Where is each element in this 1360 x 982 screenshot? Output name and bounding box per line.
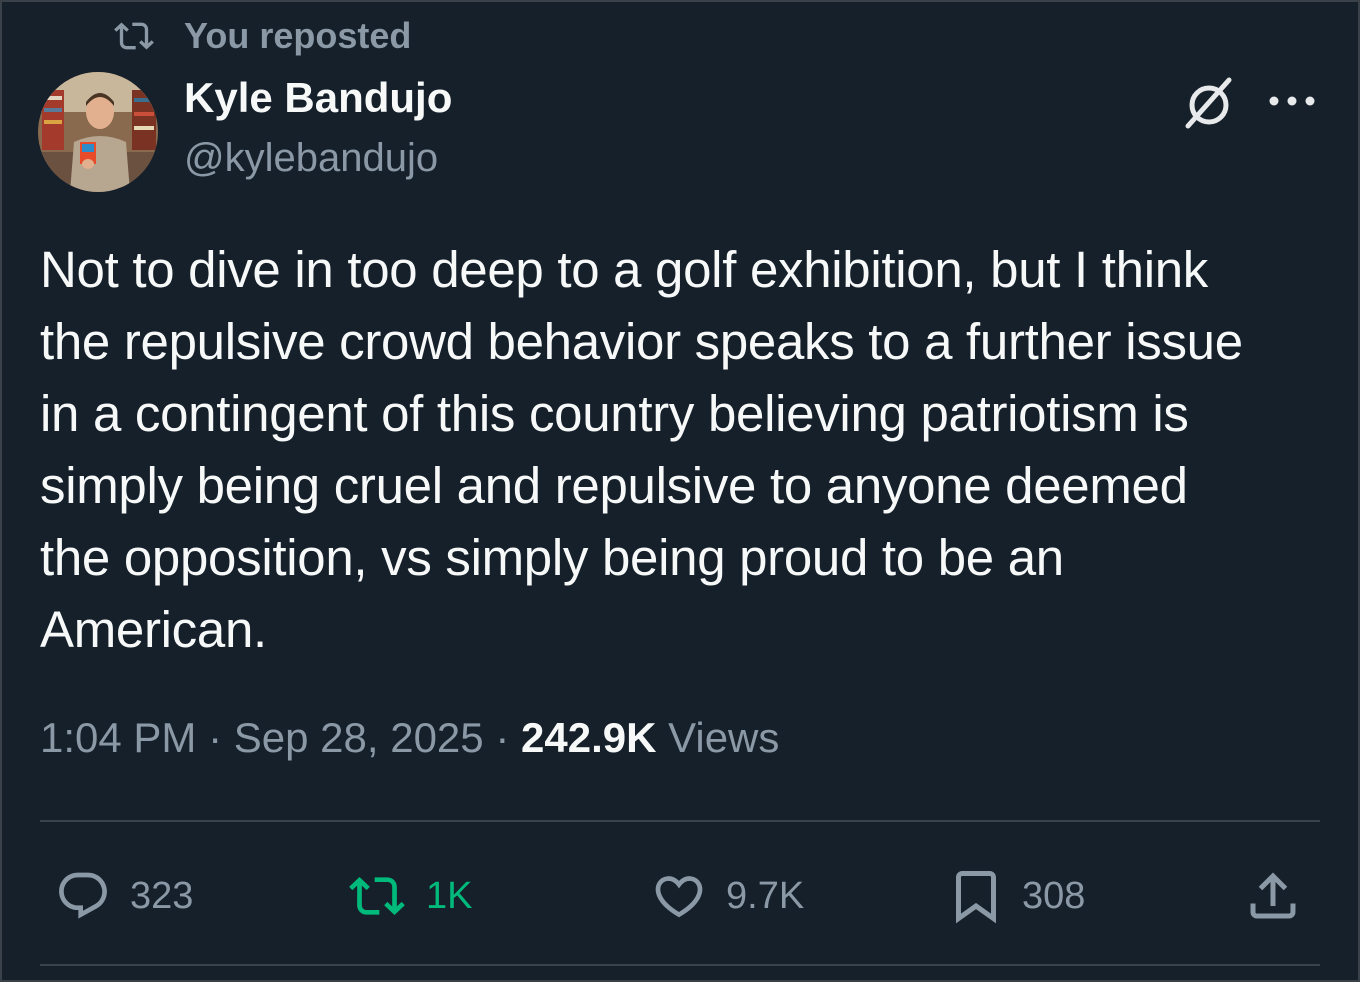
tweet-text-line: Not to dive in too deep to a golf exhibi…	[40, 241, 1209, 298]
repost-count: 1K	[426, 874, 473, 917]
repost-icon	[349, 877, 405, 915]
meta-separator: ·	[495, 714, 510, 761]
share-icon	[1250, 872, 1296, 919]
tweet-text-line: American.	[40, 601, 267, 658]
grok-icon	[1185, 77, 1232, 129]
repost-banner-label: You reposted	[184, 15, 412, 56]
grok-button[interactable]	[1178, 72, 1240, 134]
meta-separator: ·	[208, 714, 223, 761]
divider	[40, 820, 1320, 822]
views-count[interactable]: 242.9K	[521, 714, 656, 761]
tweet-date[interactable]: Sep 28, 2025	[234, 714, 484, 761]
bookmark-count: 308	[1022, 874, 1086, 917]
repost-icon	[114, 22, 154, 50]
reply-button[interactable]: 323	[52, 864, 193, 928]
author-handle[interactable]: @kylebandujo	[184, 136, 438, 181]
tweet-text-line: the opposition, vs simply being proud to…	[40, 529, 1064, 586]
repost-banner[interactable]: You reposted	[110, 12, 411, 60]
views-label: Views	[668, 714, 780, 761]
tweet-text-line: in a contingent of this country believin…	[40, 385, 1189, 442]
avatar[interactable]	[38, 72, 158, 192]
tweet-card: You reposted Kyle Bandujo @kylebandujo N…	[0, 0, 1360, 982]
author-name[interactable]: Kyle Bandujo	[184, 74, 452, 122]
tweet-text: Not to dive in too deep to a golf exhibi…	[40, 234, 1330, 666]
tweet-meta: 1:04 PM · Sep 28, 2025 · 242.9K Views	[40, 714, 779, 762]
more-dots-icon	[1269, 96, 1315, 106]
divider	[40, 964, 1320, 966]
heart-icon	[655, 876, 703, 918]
like-button[interactable]: 9.7K	[648, 864, 804, 928]
reply-icon	[59, 872, 107, 919]
share-button[interactable]	[1242, 864, 1320, 928]
bookmark-button[interactable]: 308	[946, 864, 1085, 928]
avatar-photo	[38, 72, 158, 192]
reply-count: 323	[130, 874, 194, 917]
tweet-text-line: the repulsive crowd behavior speaks to a…	[40, 313, 1243, 370]
tweet-text-line: simply being cruel and repulsive to anyo…	[40, 457, 1188, 514]
like-count: 9.7K	[726, 874, 805, 917]
tweet-time[interactable]: 1:04 PM	[40, 714, 196, 761]
more-button[interactable]	[1264, 80, 1320, 122]
bookmark-icon	[956, 871, 996, 924]
repost-button[interactable]: 1K	[344, 864, 472, 928]
